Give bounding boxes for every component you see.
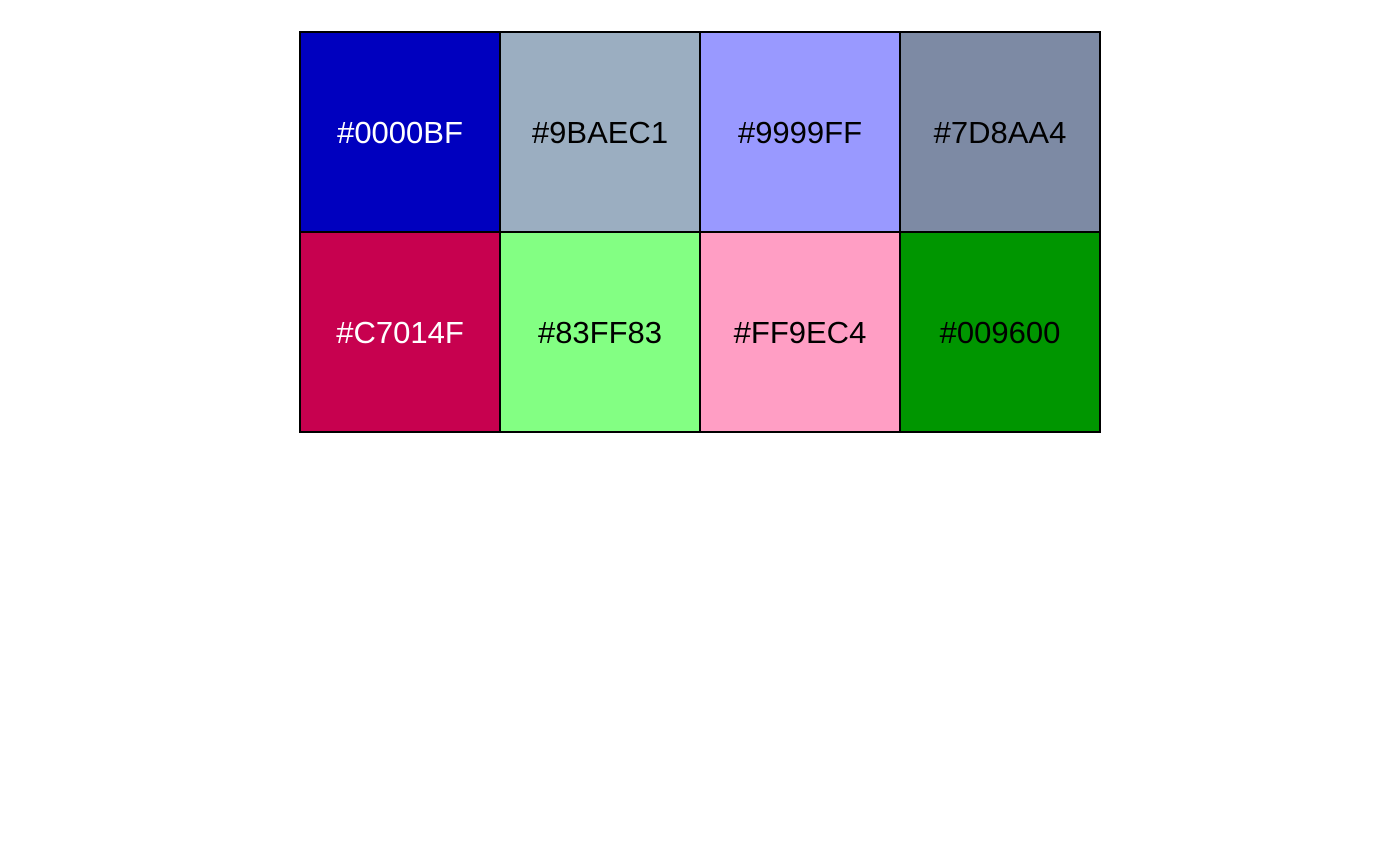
color-swatch: #9BAEC1 — [500, 32, 700, 232]
color-swatch-label: #9BAEC1 — [531, 114, 669, 150]
color-swatch: #7D8AA4 — [900, 32, 1100, 232]
color-swatch: #009600 — [900, 232, 1100, 432]
color-swatch-label: #9999FF — [737, 114, 863, 150]
color-swatch-label: #0000BF — [337, 114, 463, 150]
color-swatch: #0000BF — [300, 32, 500, 232]
color-swatch-label: #83FF83 — [537, 314, 663, 350]
color-swatch-label: #FF9EC4 — [733, 314, 867, 350]
color-swatch: #9999FF — [700, 32, 900, 232]
color-swatch-label: #7D8AA4 — [933, 114, 1067, 150]
color-swatch-label: #C7014F — [336, 314, 464, 350]
color-swatch-label: #009600 — [939, 314, 1061, 350]
color-swatch: #FF9EC4 — [700, 232, 900, 432]
color-swatch-grid: #0000BF #9BAEC1 #9999FF #7D8AA4 #C7014F … — [299, 31, 1101, 433]
color-swatch: #83FF83 — [500, 232, 700, 432]
color-swatch: #C7014F — [300, 232, 500, 432]
